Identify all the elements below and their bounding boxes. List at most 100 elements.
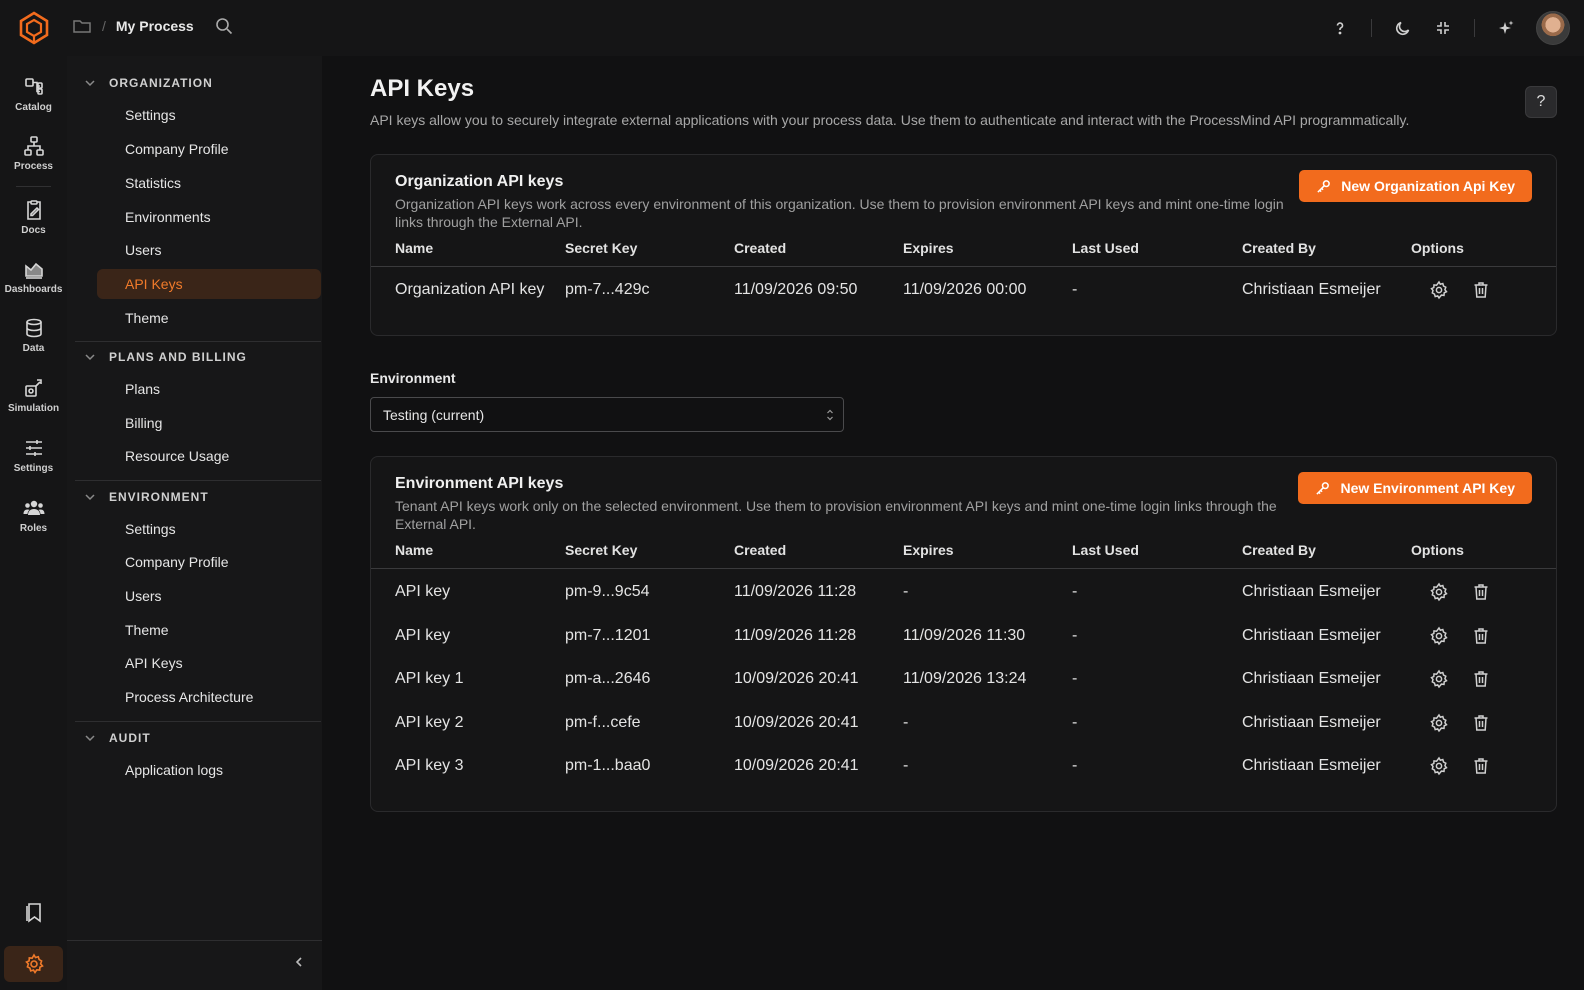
search-icon[interactable]	[214, 16, 234, 36]
row-settings-button[interactable]	[1429, 582, 1449, 602]
cell-created: 10/09/2026 20:41	[734, 714, 859, 731]
new-environment-api-key-button[interactable]: New Environment API Key	[1298, 472, 1532, 504]
column-header-last-used: Last Used	[1072, 542, 1139, 558]
row-settings-button[interactable]	[1429, 756, 1449, 776]
rail-item-roles[interactable]: Roles	[0, 489, 67, 541]
nav-item-org-users[interactable]: Users	[97, 235, 321, 265]
nav-item-env-api-keys[interactable]: API Keys	[97, 648, 321, 678]
cell-expires: 11/09/2026 11:30	[903, 627, 1026, 644]
rail-item-settings[interactable]: Settings	[0, 429, 67, 481]
sparkle-icon	[1499, 20, 1514, 34]
button-label: New Organization Api Key	[1341, 178, 1515, 194]
catalog-icon	[24, 77, 43, 95]
rail-item-dashboards[interactable]: Dashboards	[0, 250, 67, 302]
collapse-view-button[interactable]	[1423, 10, 1463, 46]
rail-label: Data	[22, 342, 45, 354]
section-label: AUDIT	[109, 731, 151, 745]
help-button[interactable]	[1320, 10, 1360, 46]
row-delete-button[interactable]	[1471, 582, 1491, 602]
nav-section-audit[interactable]: AUDIT	[79, 725, 319, 751]
gear-icon	[1430, 713, 1448, 733]
nav-item-org-settings[interactable]: Settings	[97, 100, 321, 130]
docs-icon	[26, 199, 41, 220]
breadcrumb-process-title[interactable]: My Process	[116, 18, 194, 34]
row-settings-button[interactable]	[1429, 626, 1449, 646]
environment-select[interactable]: Testing (current)	[370, 397, 844, 432]
top-actions	[1320, 10, 1570, 46]
page-description: API keys allow you to securely integrate…	[370, 112, 1410, 128]
cell-created-by: Christiaan Esmeijer	[1242, 281, 1381, 298]
card-description: Tenant API keys work only on the selecte…	[395, 498, 1277, 532]
nav-item-billing[interactable]: Billing	[97, 408, 321, 438]
processmind-logo-icon[interactable]	[18, 11, 50, 45]
folder-icon[interactable]	[72, 16, 92, 36]
gear-icon	[24, 953, 44, 974]
nav-item-resource-usage[interactable]: Resource Usage	[97, 441, 321, 471]
cell-name: API key 3	[395, 757, 464, 774]
row-delete-button[interactable]	[1471, 626, 1491, 646]
nav-section-environment[interactable]: ENVIRONMENT	[79, 484, 319, 510]
nav-item-application-logs[interactable]: Application logs	[97, 755, 321, 785]
page-title: API Keys	[370, 75, 475, 102]
user-avatar[interactable]	[1536, 11, 1570, 45]
section-label: ORGANIZATION	[109, 76, 213, 90]
column-header-created: Created	[734, 240, 787, 256]
rail-item-docs[interactable]: Docs	[0, 191, 67, 243]
sliders-icon	[25, 439, 42, 456]
page-help-button[interactable]: ?	[1525, 86, 1557, 118]
environment-api-keys-card: Environment API keys Tenant API keys wor…	[370, 456, 1557, 812]
row-delete-button[interactable]	[1471, 669, 1491, 689]
cell-created: 10/09/2026 20:41	[734, 757, 859, 774]
column-header-created-by: Created By	[1242, 240, 1316, 256]
nav-item-org-api-keys[interactable]: API Keys	[97, 269, 321, 299]
nav-item-plans[interactable]: Plans	[97, 374, 321, 404]
settings-button[interactable]	[4, 946, 63, 982]
nav-item-env-users[interactable]: Users	[97, 581, 321, 611]
nav-item-process-architecture[interactable]: Process Architecture	[97, 682, 321, 712]
chevron-left-icon	[295, 957, 302, 967]
table-row: API key pm-7...1201 11/09/2026 11:28 11/…	[371, 615, 1556, 658]
settings-nav: ORGANIZATION Settings Company Profile St…	[67, 56, 322, 990]
nav-item-org-environments[interactable]: Environments	[97, 202, 321, 232]
row-delete-button[interactable]	[1471, 713, 1491, 733]
nav-section-plans-billing[interactable]: PLANS AND BILLING	[79, 344, 319, 370]
cell-last-used: -	[1072, 281, 1078, 298]
new-organization-api-key-button[interactable]: New Organization Api Key	[1299, 170, 1532, 202]
cell-name: API key 2	[395, 714, 464, 731]
nav-item-org-company-profile[interactable]: Company Profile	[97, 134, 321, 164]
row-delete-button[interactable]	[1471, 280, 1491, 300]
trash-icon	[1474, 282, 1488, 298]
rail-item-catalog[interactable]: Catalog	[0, 68, 67, 120]
nav-item-env-company-profile[interactable]: Company Profile	[97, 547, 321, 577]
row-settings-button[interactable]	[1429, 280, 1449, 300]
nav-item-org-statistics[interactable]: Statistics	[97, 168, 321, 198]
bookmarks-button[interactable]	[0, 894, 67, 930]
theme-toggle-button[interactable]	[1383, 10, 1423, 46]
rail-item-simulation[interactable]: Simulation	[0, 369, 67, 421]
row-delete-button[interactable]	[1471, 756, 1491, 776]
nav-section-organization[interactable]: ORGANIZATION	[79, 70, 319, 96]
nav-item-env-theme[interactable]: Theme	[97, 615, 321, 645]
cell-secret-key: pm-f...cefe	[565, 714, 641, 731]
rail-item-data[interactable]: Data	[0, 309, 67, 361]
cell-created-by: Christiaan Esmeijer	[1242, 583, 1381, 600]
key-icon	[1316, 481, 1330, 495]
chevron-down-icon	[85, 494, 95, 501]
environment-label: Environment	[370, 370, 456, 386]
nav-item-env-settings[interactable]: Settings	[97, 514, 321, 544]
trash-icon	[1474, 715, 1488, 731]
cell-expires: 11/09/2026 13:24	[903, 670, 1027, 687]
row-settings-button[interactable]	[1429, 669, 1449, 689]
cell-name: API key	[395, 583, 451, 600]
nav-item-org-theme[interactable]: Theme	[97, 303, 321, 333]
help-icon	[1336, 22, 1344, 35]
collapse-sidebar-button[interactable]	[287, 950, 311, 974]
table-row: API key pm-9...9c54 11/09/2026 11:28 - -…	[371, 571, 1556, 614]
cell-last-used: -	[1072, 583, 1078, 600]
simulation-icon	[24, 378, 42, 397]
gear-icon	[1430, 626, 1448, 646]
row-settings-button[interactable]	[1429, 713, 1449, 733]
rail-item-process[interactable]: Process	[0, 127, 67, 179]
chevron-down-icon	[85, 354, 95, 361]
ai-assistant-button[interactable]	[1486, 10, 1526, 46]
